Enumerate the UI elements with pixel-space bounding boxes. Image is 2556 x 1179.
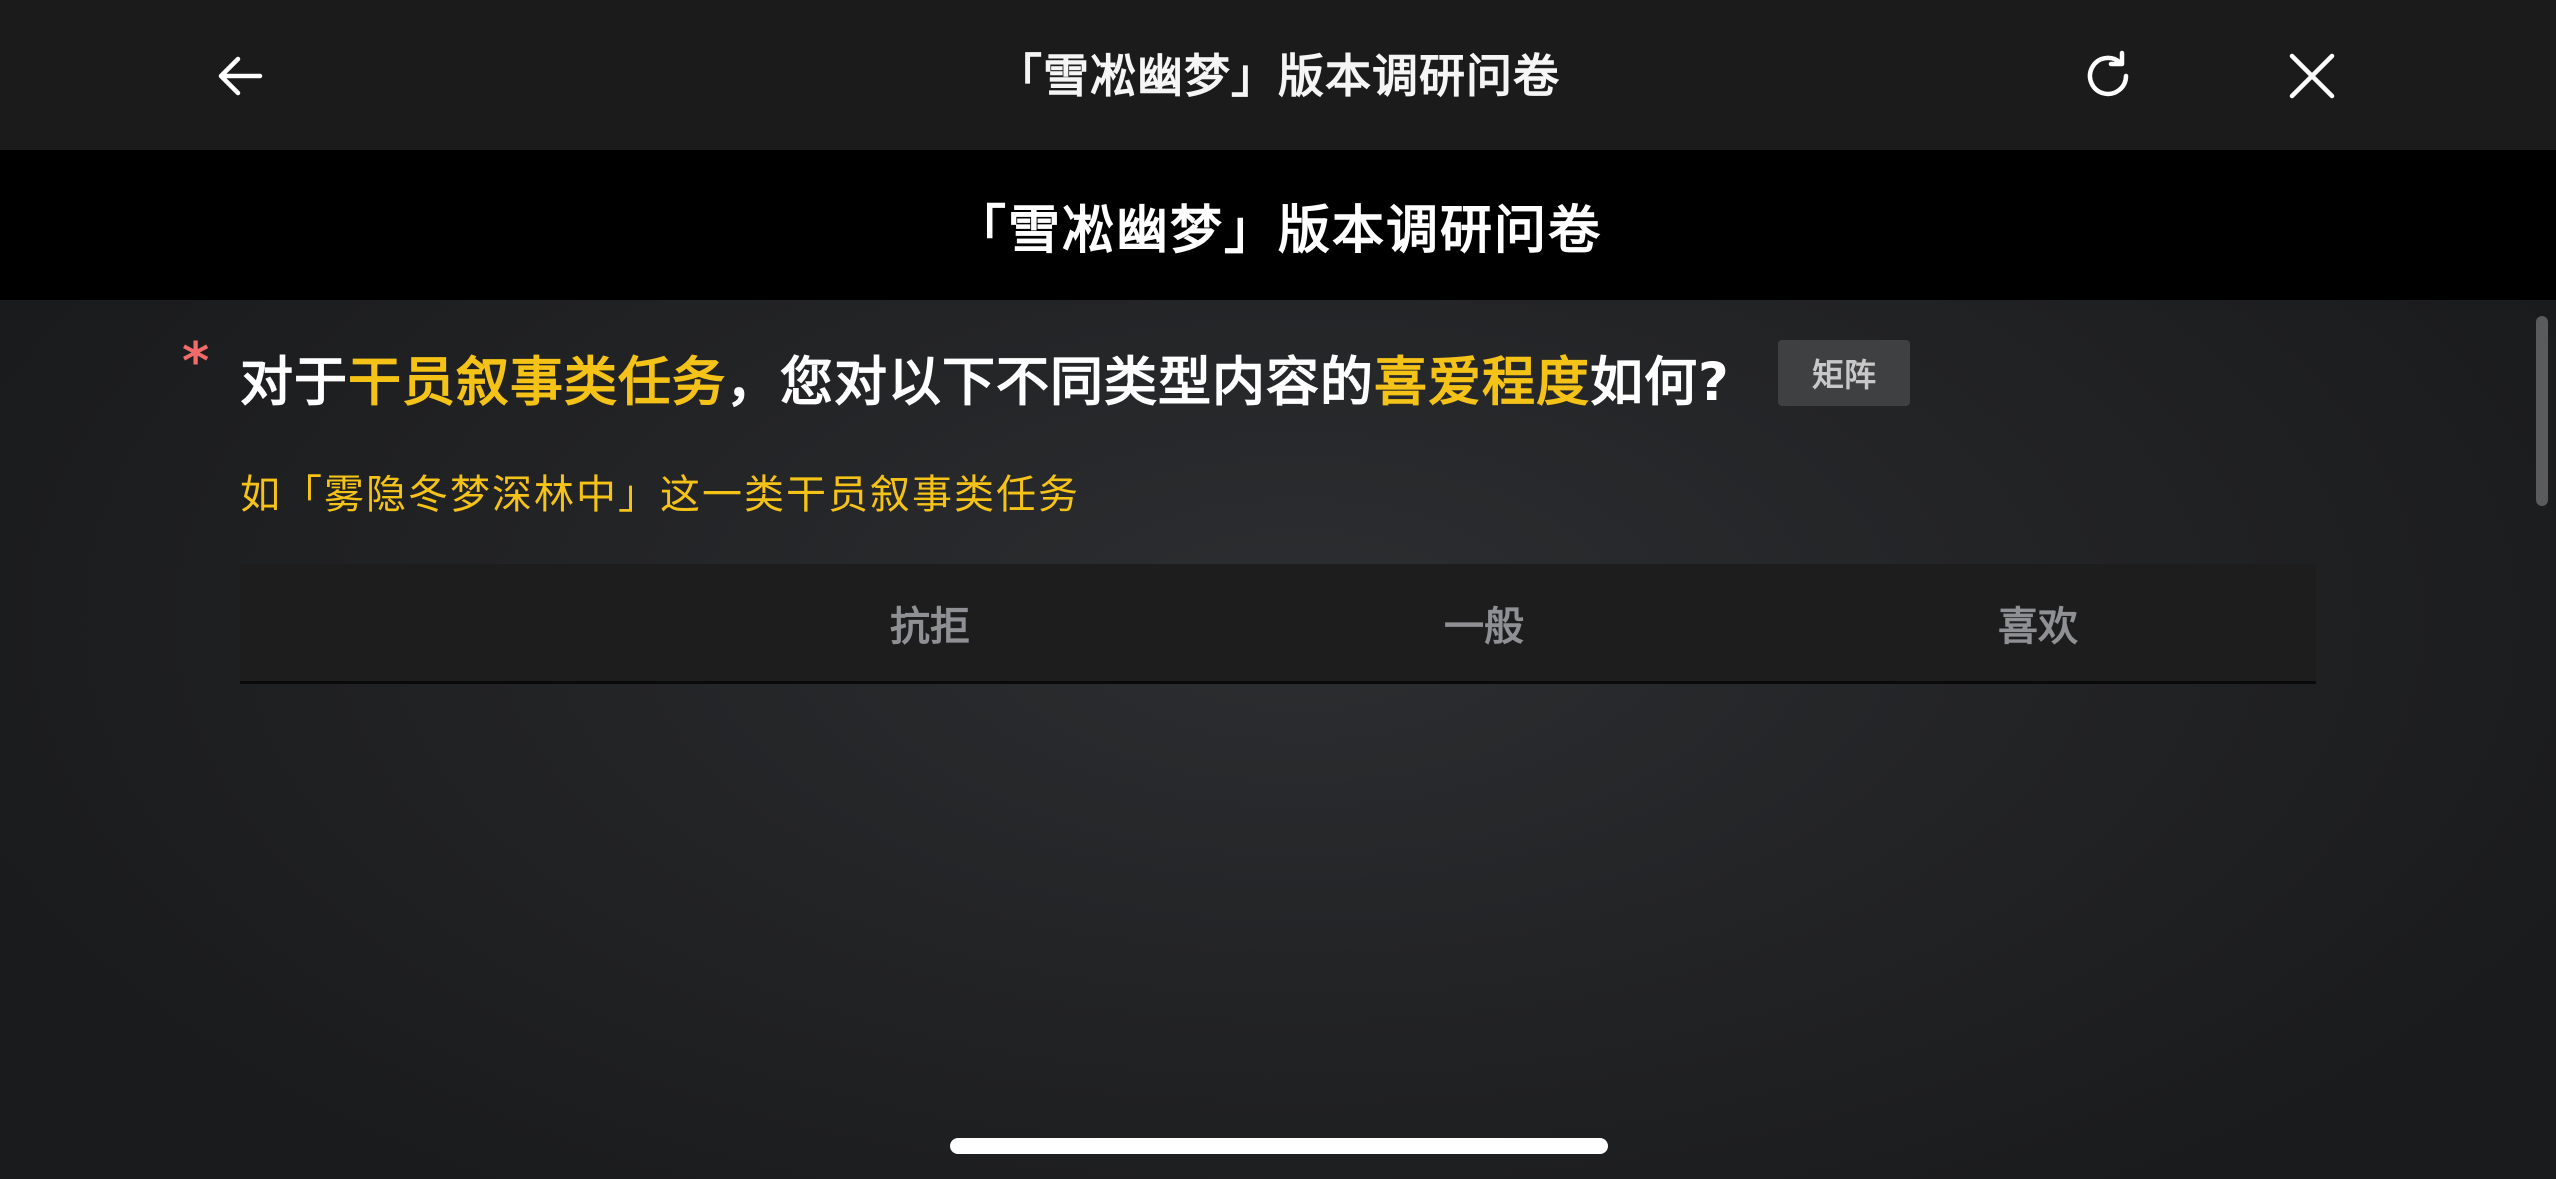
survey-title: 「雪凇幽梦」版本调研问卷	[953, 200, 1602, 261]
question-title: 对于干员叙事类任务，您对以下不同类型内容的喜爱程度如何?	[240, 340, 1730, 416]
matrix-header: 抗拒 一般 喜欢	[240, 564, 2316, 684]
matrix-column-header: 抗拒	[890, 603, 970, 650]
home-indicator[interactable]	[950, 1138, 1608, 1154]
reload-icon	[2087, 50, 2129, 97]
close-icon	[2289, 53, 2335, 99]
matrix-column-header: 一般	[1444, 603, 1524, 650]
survey-header-band: 「雪凇幽梦」版本调研问卷	[0, 150, 2556, 300]
question-text-part: ，您对以下不同类型内容的	[726, 352, 1374, 413]
question-hint: 如「雾隐冬梦深林中」这一类干员叙事类任务	[240, 472, 1080, 518]
app-bar-title: 「雪凇幽梦」版本调研问卷	[996, 49, 1560, 103]
question-text-part: 对于	[240, 352, 348, 413]
top-app-bar: 「雪凇幽梦」版本调研问卷	[0, 0, 2556, 150]
matrix-column-header: 喜欢	[1998, 603, 2078, 650]
question-type-tag: 矩阵	[1778, 340, 1910, 406]
scrollbar[interactable]	[2536, 316, 2548, 506]
reload-button[interactable]	[2070, 38, 2146, 114]
question-highlight: 干员叙事类任务	[348, 352, 726, 413]
question-text-part: 如何?	[1590, 352, 1730, 413]
question-highlight: 喜爱程度	[1374, 352, 1590, 413]
screen: 「雪凇幽梦」版本调研问卷 「雪凇幽梦」版本调研问卷 * 对于干员叙事类任务，您对…	[0, 0, 2556, 1179]
close-button[interactable]	[2274, 38, 2350, 114]
required-marker: *	[182, 332, 210, 392]
